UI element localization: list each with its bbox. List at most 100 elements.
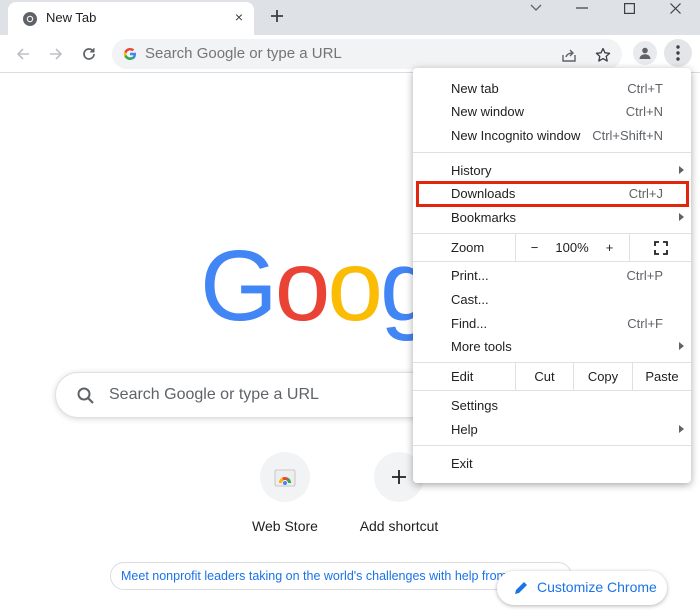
menu-item-shortcut: Ctrl+P <box>626 268 663 283</box>
tab-title: New Tab <box>46 10 97 25</box>
menu-separator <box>413 445 691 446</box>
menu-item-bookmarks[interactable]: Bookmarks <box>413 207 691 229</box>
pencil-icon <box>515 582 527 594</box>
promo-text: Meet nonprofit leaders taking on the wor… <box>121 569 507 583</box>
menu-item-find[interactable]: Find... Ctrl+F <box>413 313 691 335</box>
google-logo: Goog <box>200 230 436 342</box>
menu-item-shortcut: Ctrl+Shift+N <box>592 128 663 143</box>
menu-item-print[interactable]: Print... Ctrl+P <box>413 265 691 287</box>
chevron-down-icon <box>530 4 542 11</box>
web-store-icon <box>274 469 296 487</box>
window-close-button[interactable] <box>652 0 698 16</box>
customize-chrome-button[interactable]: Customize Chrome <box>497 571 667 605</box>
menu-item-label: Bookmarks <box>451 210 517 225</box>
zoom-out-button[interactable]: − <box>516 234 553 261</box>
google-g-icon <box>123 48 136 60</box>
back-button[interactable] <box>11 42 35 66</box>
menu-item-label: Cast... <box>451 292 489 307</box>
zoom-level: 100% <box>555 240 589 255</box>
menu-item-new-incognito-window[interactable]: New Incognito window Ctrl+Shift+N <box>413 125 691 147</box>
logo-letter: o <box>327 230 383 342</box>
shortcut-label: Web Store <box>252 518 318 534</box>
kebab-menu-icon <box>676 45 680 61</box>
menu-item-label: Find... <box>451 316 488 331</box>
minimize-icon <box>576 7 588 9</box>
reload-icon <box>83 48 95 60</box>
menu-item-label: History <box>451 163 492 178</box>
maximize-button[interactable] <box>606 0 652 16</box>
menu-item-new-tab[interactable]: New tab Ctrl+T <box>413 78 691 100</box>
shortcut-web-store[interactable]: Web Store <box>235 452 335 542</box>
menu-item-shortcut: Ctrl+T <box>627 81 663 96</box>
chrome-menu-button[interactable] <box>664 39 692 67</box>
close-icon[interactable]: × <box>230 8 248 26</box>
maximize-icon <box>623 2 635 14</box>
star-icon <box>595 47 611 62</box>
menu-item-label: Help <box>451 422 478 437</box>
menu-item-new-window[interactable]: New window Ctrl+N <box>413 101 691 123</box>
bookmark-star-button[interactable] <box>594 46 612 64</box>
share-button[interactable] <box>560 46 578 64</box>
forward-button[interactable] <box>44 42 68 66</box>
minimize-button[interactable] <box>559 0 605 16</box>
edit-label: Edit <box>451 369 474 384</box>
menu-item-shortcut: Ctrl+F <box>627 316 663 331</box>
tab-search-button[interactable] <box>513 0 559 16</box>
menu-item-label: New window <box>451 104 524 119</box>
zoom-in-button[interactable]: + <box>591 234 628 261</box>
menu-separator <box>413 261 691 262</box>
menu-item-settings[interactable]: Settings <box>413 395 691 417</box>
plus-icon <box>392 470 406 484</box>
submenu-arrow-icon <box>679 166 684 174</box>
menu-item-history[interactable]: History <box>413 160 691 182</box>
chrome-icon <box>23 12 37 26</box>
menu-item-shortcut: Ctrl+N <box>625 104 663 119</box>
new-tab-button[interactable] <box>266 5 288 27</box>
search-icon <box>77 387 94 404</box>
downloads-highlight-box <box>416 181 689 207</box>
menu-item-label: More tools <box>451 339 512 354</box>
shortcut-label: Add shortcut <box>359 518 439 534</box>
submenu-arrow-icon <box>679 342 684 350</box>
menu-separator <box>413 152 691 153</box>
menu-item-label: New tab <box>451 81 499 96</box>
menu-item-label: Print... <box>451 268 489 283</box>
close-icon <box>669 2 681 14</box>
reload-button[interactable] <box>77 42 101 66</box>
profile-button[interactable] <box>633 41 657 65</box>
customize-label: Customize Chrome <box>537 579 657 595</box>
search-placeholder: Search Google or type a URL <box>109 386 319 403</box>
share-icon <box>562 49 576 62</box>
shortcut-tile <box>260 452 310 502</box>
cut-button[interactable]: Cut <box>516 363 573 390</box>
menu-item-exit[interactable]: Exit <box>413 453 691 475</box>
menu-edit-row: Edit Cut Copy Paste <box>413 363 691 390</box>
submenu-arrow-icon <box>679 213 684 221</box>
search-box[interactable]: Search Google or type a URL <box>55 372 475 418</box>
person-icon <box>639 47 651 59</box>
logo-letter: G <box>200 230 278 342</box>
omnibox-input[interactable] <box>145 45 525 62</box>
menu-separator <box>413 390 691 391</box>
menu-item-label: Exit <box>451 456 473 471</box>
paste-button[interactable]: Paste <box>633 363 691 390</box>
menu-item-more-tools[interactable]: More tools <box>413 336 691 358</box>
fullscreen-button[interactable] <box>630 234 691 261</box>
copy-button[interactable]: Copy <box>574 363 632 390</box>
menu-item-cast[interactable]: Cast... <box>413 289 691 311</box>
fullscreen-icon <box>653 240 668 255</box>
arrow-right-icon <box>50 48 63 60</box>
chrome-menu: New tab Ctrl+T New window Ctrl+N New Inc… <box>413 68 691 483</box>
menu-item-label: Settings <box>451 398 498 413</box>
tab-strip: New Tab × <box>0 0 700 35</box>
arrow-left-icon <box>16 48 29 60</box>
omnibox[interactable] <box>112 39 622 69</box>
submenu-arrow-icon <box>679 425 684 433</box>
menu-zoom-row: Zoom − 100% + <box>413 234 691 261</box>
menu-item-help[interactable]: Help <box>413 419 691 441</box>
tab-new-tab[interactable]: New Tab × <box>8 2 254 35</box>
menu-item-label: New Incognito window <box>451 128 581 143</box>
logo-letter: o <box>274 230 331 342</box>
zoom-label: Zoom <box>451 240 485 255</box>
plus-icon <box>271 10 283 22</box>
